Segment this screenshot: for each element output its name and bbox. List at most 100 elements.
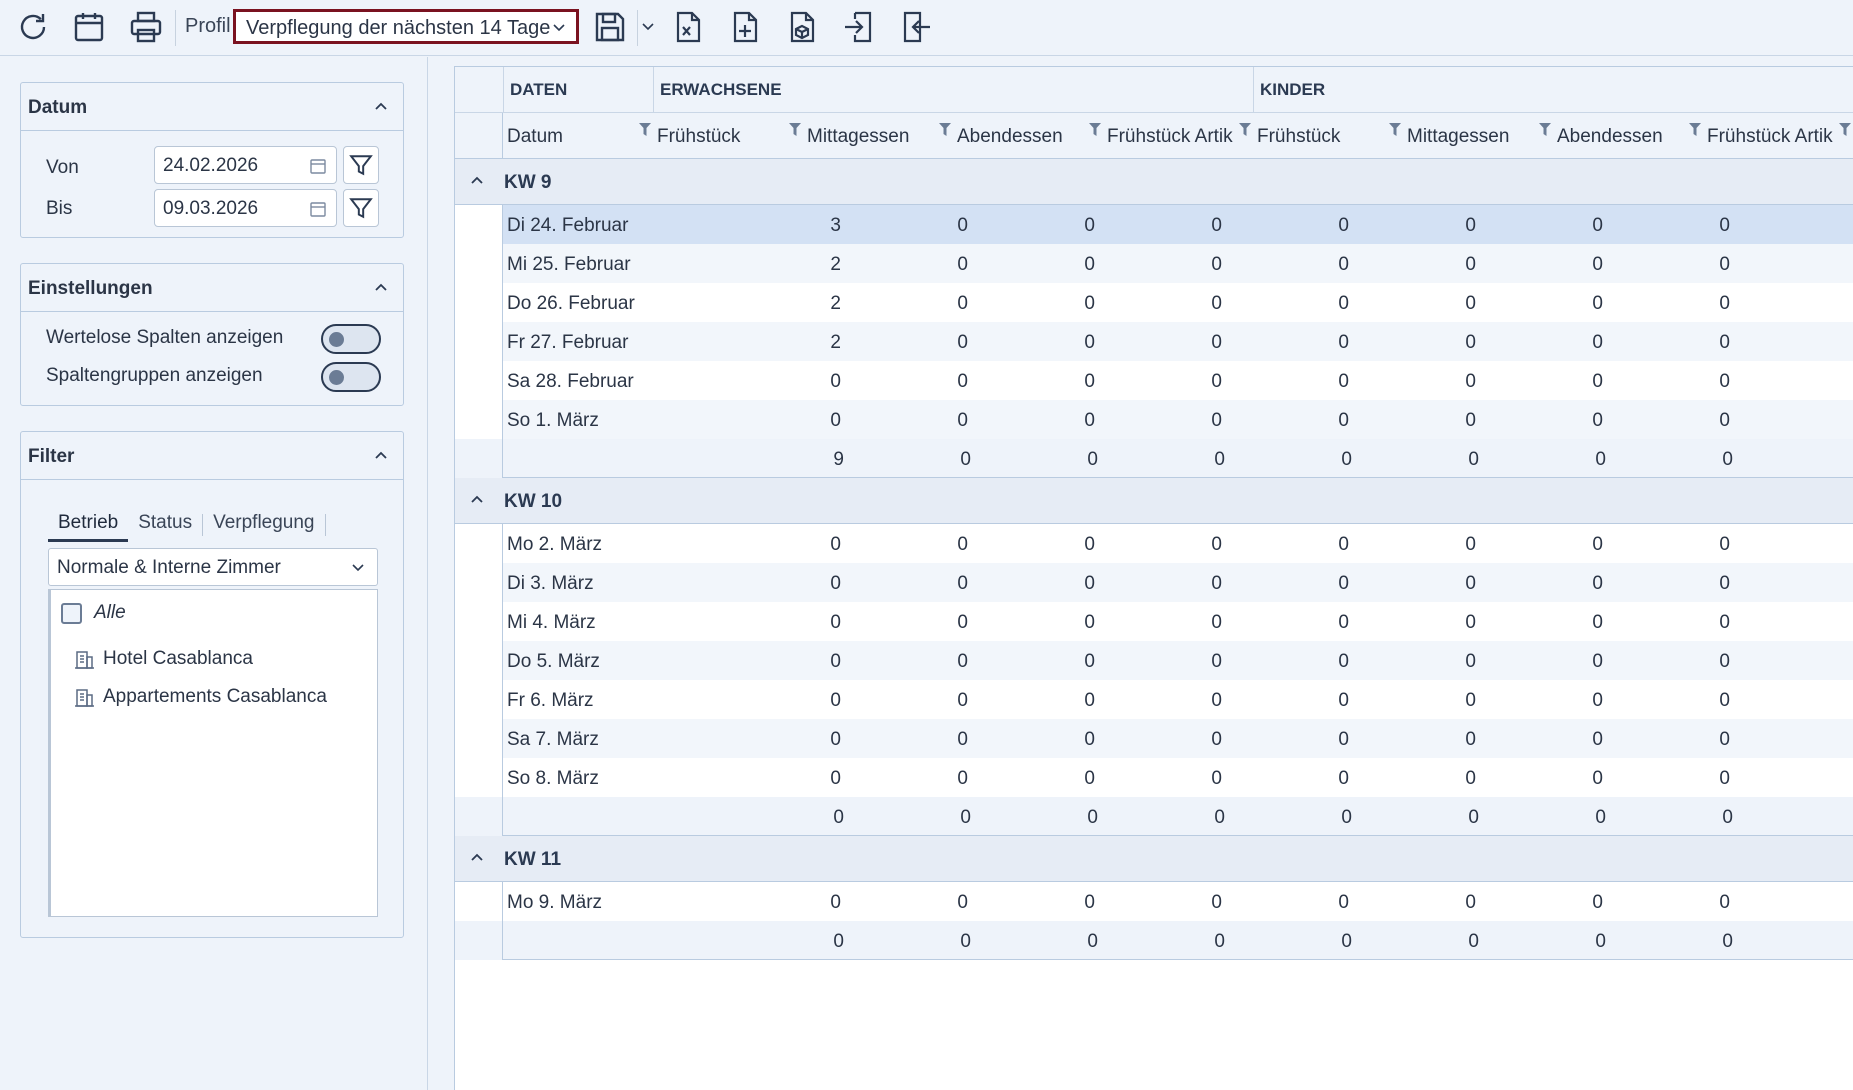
chevron-up-icon[interactable] bbox=[373, 280, 389, 294]
date-cell: Mo 2. März bbox=[507, 534, 603, 555]
list-item-alle[interactable]: Alle bbox=[61, 602, 126, 624]
table-row[interactable]: Fr 6. März 0 0 0 0 0 0 0 0 bbox=[455, 680, 1853, 719]
chevron-up-icon[interactable] bbox=[373, 99, 389, 113]
sum-cell: 0 bbox=[960, 807, 971, 828]
column-filter-icon[interactable] bbox=[639, 123, 651, 137]
calendar-icon[interactable] bbox=[69, 8, 109, 46]
checkbox[interactable] bbox=[61, 602, 82, 624]
table-row[interactable]: Sa 7. März 0 0 0 0 0 0 0 0 bbox=[455, 719, 1853, 758]
column-header[interactable]: Frühstück bbox=[1253, 113, 1395, 159]
bis-date-input[interactable]: 09.03.2026 bbox=[154, 189, 337, 227]
group-label: KW 9 bbox=[504, 172, 552, 193]
value-cell: 0 bbox=[1465, 768, 1476, 789]
value-cell: 0 bbox=[1465, 651, 1476, 672]
save-icon[interactable] bbox=[590, 8, 630, 46]
column-filter-icon[interactable] bbox=[1089, 123, 1101, 137]
table-row[interactable]: Fr 27. Februar 2 0 0 0 0 0 0 0 bbox=[455, 322, 1853, 361]
chevron-up-icon[interactable] bbox=[373, 448, 389, 462]
group-row[interactable]: KW 10 bbox=[455, 478, 1853, 524]
sum-cell: 0 bbox=[1341, 449, 1352, 470]
row-gutter bbox=[455, 797, 503, 836]
value-cell: 0 bbox=[957, 612, 968, 633]
save-dropdown-chevron-icon[interactable] bbox=[638, 8, 658, 46]
wertelose-spalten-toggle[interactable] bbox=[321, 324, 381, 354]
value-cell: 0 bbox=[957, 410, 968, 431]
group-sum-row: 0 0 0 0 0 0 0 0 bbox=[455, 921, 1853, 960]
export-icon[interactable] bbox=[896, 8, 936, 46]
column-header[interactable]: Mittagessen bbox=[1403, 113, 1545, 159]
bis-filter-button[interactable] bbox=[343, 189, 379, 227]
chevron-up-icon[interactable] bbox=[469, 173, 485, 187]
column-header[interactable]: Abendessen bbox=[953, 113, 1095, 159]
einstellungen-panel-header[interactable]: Einstellungen bbox=[21, 264, 403, 312]
column-header[interactable]: Frühstück Artik bbox=[1703, 113, 1845, 159]
calendar-icon[interactable] bbox=[309, 157, 327, 175]
date-cell: Di 24. Februar bbox=[507, 215, 629, 236]
column-filter-icon[interactable] bbox=[1689, 123, 1701, 137]
von-filter-button[interactable] bbox=[343, 146, 379, 184]
refresh-icon[interactable] bbox=[13, 8, 53, 46]
column-filter-icon[interactable] bbox=[1539, 123, 1551, 137]
table-row[interactable]: So 1. März 0 0 0 0 0 0 0 0 bbox=[455, 400, 1853, 439]
tab-status[interactable]: Status bbox=[128, 508, 202, 542]
table-row[interactable]: Di 3. März 0 0 0 0 0 0 0 0 bbox=[455, 563, 1853, 602]
value-cell: 0 bbox=[1084, 332, 1095, 353]
value-cell: 0 bbox=[957, 651, 968, 672]
table-row[interactable]: Di 24. Februar 3 0 0 0 0 0 0 0 bbox=[455, 205, 1853, 244]
filter-panel-header[interactable]: Filter bbox=[21, 432, 403, 480]
table-row[interactable]: Do 26. Februar 2 0 0 0 0 0 0 0 bbox=[455, 283, 1853, 322]
column-filter-icon[interactable] bbox=[1839, 123, 1851, 137]
value-cell: 0 bbox=[1592, 729, 1603, 750]
sum-cell: 0 bbox=[1214, 807, 1225, 828]
package-icon[interactable] bbox=[782, 8, 822, 46]
column-header[interactable]: Datum bbox=[503, 113, 645, 159]
table-row[interactable]: Mo 2. März 0 0 0 0 0 0 0 0 bbox=[455, 524, 1853, 563]
column-header[interactable]: Abendessen bbox=[1553, 113, 1695, 159]
group-sum-row: 0 0 0 0 0 0 0 0 bbox=[455, 797, 1853, 836]
column-header[interactable]: Frühstück Artik bbox=[1103, 113, 1245, 159]
value-cell: 0 bbox=[1465, 690, 1476, 711]
table-row[interactable]: Mi 4. März 0 0 0 0 0 0 0 0 bbox=[455, 602, 1853, 641]
column-header[interactable]: Mittagessen bbox=[803, 113, 945, 159]
group-row[interactable]: KW 9 bbox=[455, 159, 1853, 205]
zimmer-type-select[interactable]: Normale & Interne Zimmer bbox=[48, 548, 378, 586]
value-cell: 0 bbox=[1592, 892, 1603, 913]
value-cell: 0 bbox=[1719, 332, 1730, 353]
column-header[interactable]: Frühstück bbox=[653, 113, 795, 159]
import-icon[interactable] bbox=[839, 8, 879, 46]
value-cell: 0 bbox=[957, 534, 968, 555]
tab-betrieb[interactable]: Betrieb bbox=[48, 508, 129, 542]
datum-panel-header[interactable]: Datum bbox=[21, 83, 403, 131]
list-item-appartements[interactable]: Appartements Casablanca bbox=[73, 686, 327, 708]
table-row[interactable]: Mi 25. Februar 2 0 0 0 0 0 0 0 bbox=[455, 244, 1853, 283]
profil-select[interactable]: Verpflegung der nächsten 14 Tage bbox=[233, 9, 579, 44]
group-row[interactable]: KW 11 bbox=[455, 836, 1853, 882]
value-cell: 0 bbox=[1084, 892, 1095, 913]
column-filter-icon[interactable] bbox=[1239, 123, 1251, 137]
spaltengruppen-toggle[interactable] bbox=[321, 362, 381, 392]
export-excel-icon[interactable] bbox=[668, 8, 708, 46]
chevron-up-icon[interactable] bbox=[469, 492, 485, 506]
value-cell: 0 bbox=[1465, 215, 1476, 236]
column-filter-icon[interactable] bbox=[939, 123, 951, 137]
tab-verpflegung[interactable]: Verpflegung bbox=[203, 508, 324, 542]
date-cell: Mi 25. Februar bbox=[507, 254, 631, 275]
calendar-icon[interactable] bbox=[309, 200, 327, 218]
list-item-hotel[interactable]: Hotel Casablanca bbox=[73, 648, 253, 670]
von-date-input[interactable]: 24.02.2026 bbox=[154, 146, 337, 184]
value-cell: 0 bbox=[1719, 892, 1730, 913]
table-row[interactable]: Mo 9. März 0 0 0 0 0 0 0 0 bbox=[455, 882, 1853, 921]
column-filter-icon[interactable] bbox=[1389, 123, 1401, 137]
date-cell: Do 5. März bbox=[507, 651, 600, 672]
chevron-up-icon[interactable] bbox=[469, 850, 485, 864]
toolbar: Profil Verpflegung der nächsten 14 Tage bbox=[0, 0, 1853, 56]
sum-cell: 0 bbox=[1087, 449, 1098, 470]
print-icon[interactable] bbox=[126, 8, 166, 46]
table-row[interactable]: So 8. März 0 0 0 0 0 0 0 0 bbox=[455, 758, 1853, 797]
table-row[interactable]: Sa 28. Februar 0 0 0 0 0 0 0 0 bbox=[455, 361, 1853, 400]
sum-cell: 0 bbox=[1087, 807, 1098, 828]
value-cell: 0 bbox=[830, 371, 841, 392]
table-row[interactable]: Do 5. März 0 0 0 0 0 0 0 0 bbox=[455, 641, 1853, 680]
column-filter-icon[interactable] bbox=[789, 123, 801, 137]
new-document-icon[interactable] bbox=[725, 8, 765, 46]
